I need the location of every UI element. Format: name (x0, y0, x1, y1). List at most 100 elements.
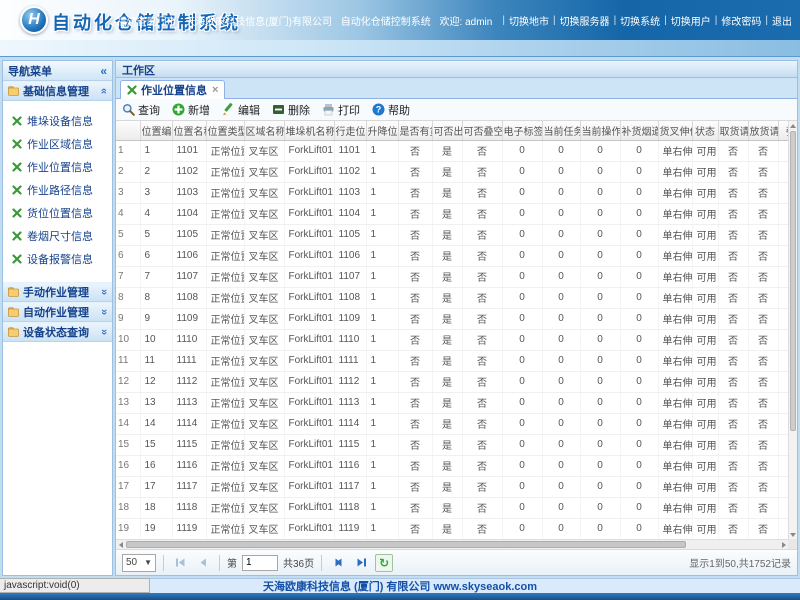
column-header-15[interactable]: 状态 (692, 121, 719, 141)
table-row[interactable]: 881108正常位置叉车区ForkLift01,For11081否是否0000单… (116, 287, 788, 309)
table-row[interactable]: 771107正常位置叉车区ForkLift01,For11071否是否0000单… (116, 266, 788, 288)
cell: ForkLift01,For (284, 497, 335, 519)
row-number-cell: 8 (116, 287, 141, 309)
cell: 1101 (172, 140, 207, 162)
topbar-link-0[interactable]: 切换地市 (509, 17, 549, 28)
folder-icon (8, 287, 19, 297)
column-header-10[interactable]: 电子标签地址 (502, 121, 543, 141)
topbar-link-1[interactable]: 切换服务器 (560, 17, 610, 28)
table-row[interactable]: 19191119正常位置叉车区ForkLift01,For11191否是否000… (116, 518, 788, 539)
column-header-11[interactable]: 当前任务ID (542, 121, 581, 141)
first-page-button[interactable] (171, 554, 189, 572)
column-header-8[interactable]: 可否出库 (432, 121, 463, 141)
topbar-link-2[interactable]: 切换系统 (620, 17, 660, 28)
table-row[interactable]: 551105正常位置叉车区ForkLift01,For11051否是否0000单… (116, 224, 788, 246)
scroll-left-icon[interactable] (116, 540, 125, 549)
toolbar-delete-button[interactable]: 删除 (272, 102, 310, 118)
table-row[interactable]: 441104正常位置叉车区ForkLift01,For11041否是否0000单… (116, 203, 788, 225)
cell: 1 (366, 308, 399, 330)
column-header-9[interactable]: 可否叠空托盘 (462, 121, 503, 141)
toolbar-help-button[interactable]: ? 帮助 (372, 102, 410, 118)
vertical-scrollbar[interactable] (788, 121, 797, 539)
column-header-17[interactable]: 放货请求 (748, 121, 779, 141)
cell: 0 (502, 497, 543, 519)
sidebar-item-5[interactable]: 卷烟尺寸信息 (3, 224, 112, 247)
table-row[interactable]: 12121112正常位置叉车区ForkLift01,For11121否是否000… (116, 371, 788, 393)
column-header-5[interactable]: 行走位置 (334, 121, 367, 141)
scroll-down-icon[interactable] (789, 530, 797, 539)
scroll-right-icon[interactable] (779, 540, 788, 549)
toolbar-edit-button[interactable]: 编辑 (222, 102, 260, 118)
prev-page-button[interactable] (194, 554, 212, 572)
table-row[interactable]: 331103正常位置叉车区ForkLift01,For11031否是否0000单… (116, 182, 788, 204)
column-header-4[interactable]: 堆垛机名称 (284, 121, 335, 141)
table-row[interactable]: 15151115正常位置叉车区ForkLift01,For11151否是否000… (116, 434, 788, 456)
column-header-18[interactable]: 强迫 (778, 121, 788, 141)
topbar-company: 天海欧康科技信息(厦门)有限公司 (185, 17, 332, 28)
table-row[interactable]: 661106正常位置叉车区ForkLift01,For11061否是否0000单… (116, 245, 788, 267)
cell: 正常位置 (206, 329, 245, 351)
table-row[interactable]: 111101正常位置叉车区ForkLift01,For11011否是否0000单… (116, 140, 788, 162)
topbar-link-3[interactable]: 切换用户 (671, 17, 711, 28)
column-header-2[interactable]: 位置类型 (206, 121, 245, 141)
sidebar-section-label: 自动作业管理 (23, 307, 89, 319)
sidebar-section-0[interactable]: 基础信息管理 » (3, 81, 112, 101)
toolbar-add-button[interactable]: 新增 (172, 102, 210, 118)
refresh-button[interactable]: ↻ (375, 553, 394, 572)
table-row[interactable]: 16161116正常位置叉车区ForkLift01,For11161否是否000… (116, 455, 788, 477)
topbar-link-4[interactable]: 修改密码 (721, 17, 761, 28)
column-header-7[interactable]: 是否有货物 (398, 121, 433, 141)
topbar-link-5[interactable]: 退出 (772, 17, 792, 28)
row-number-header[interactable] (116, 121, 141, 141)
horizontal-scroll-thumb[interactable] (126, 541, 686, 548)
column-header-6[interactable]: 升降位置 (366, 121, 399, 141)
table-row[interactable]: 13131113正常位置叉车区ForkLift01,For11131否是否000… (116, 392, 788, 414)
page-size-select[interactable]: 50 ▼ (122, 553, 156, 572)
table-row[interactable]: 11111111正常位置叉车区ForkLift01,For11111否是否000… (116, 350, 788, 372)
sidebar-items: 堆垛设备信息 作业区域信息 作业位置信息 作业路径信息 货位位置信息 卷烟尺寸信息 设备报警… (3, 101, 112, 282)
sidebar-section-3[interactable]: 设备状态查询 » (3, 322, 112, 342)
sidebar-item-3[interactable]: 作业路径信息 (3, 178, 112, 201)
cell: 14 (140, 413, 173, 435)
cell: 0 (580, 518, 621, 539)
sidebar-section-1[interactable]: 手动作业管理 » (3, 282, 112, 302)
scroll-up-icon[interactable] (789, 121, 797, 130)
next-page-button[interactable] (329, 554, 347, 572)
cell: 2 (140, 161, 173, 183)
column-header-12[interactable]: 当前操作数量 (580, 121, 621, 141)
sidebar-item-0[interactable]: 堆垛设备信息 (3, 109, 112, 132)
sidebar-section-2[interactable]: 自动作业管理 » (3, 302, 112, 322)
cell: 叉车区 (244, 224, 285, 246)
table-row[interactable]: 221102正常位置叉车区ForkLift01,For11021否是否0000单… (116, 161, 788, 183)
sidebar-collapse-icon[interactable]: « (100, 65, 107, 77)
table-row[interactable]: 14141114正常位置叉车区ForkLift01,For11141否是否000… (116, 413, 788, 435)
cell: 0 (502, 350, 543, 372)
sidebar-item-6[interactable]: 设备报警信息 (3, 247, 112, 270)
cell: 否 (398, 518, 433, 539)
toolbar-print-button[interactable]: 打印 (322, 102, 360, 118)
horizontal-scrollbar[interactable] (116, 539, 788, 549)
cell: 1113 (172, 392, 207, 414)
toolbar-search-button[interactable]: 查询 (122, 102, 160, 118)
cell: 否 (748, 245, 779, 267)
sidebar-item-4[interactable]: 货位位置信息 (3, 201, 112, 224)
tab-work-position-info[interactable]: 作业位置信息 × (120, 80, 226, 99)
table-row[interactable]: 17171117正常位置叉车区ForkLift01,For11171否是否000… (116, 476, 788, 498)
column-header-16[interactable]: 取货请求 (718, 121, 749, 141)
column-header-14[interactable]: 货叉伸位 (658, 121, 693, 141)
column-header-1[interactable]: 位置名称 (172, 121, 207, 141)
vertical-scroll-thumb[interactable] (790, 131, 796, 431)
sidebar-item-1[interactable]: 作业区域信息 (3, 132, 112, 155)
page-number-input[interactable] (242, 554, 278, 571)
last-page-button[interactable] (352, 554, 370, 572)
tab-close-icon[interactable]: × (212, 84, 218, 96)
table-row[interactable]: 18181118正常位置叉车区ForkLift01,For11181否是否000… (116, 497, 788, 519)
sidebar-item-2[interactable]: 作业位置信息 (3, 155, 112, 178)
column-header-13[interactable]: 补货烟道代码 (620, 121, 659, 141)
cell: 0 (542, 350, 581, 372)
table-row[interactable]: 10101110正常位置叉车区ForkLift01,For11101否是否000… (116, 329, 788, 351)
column-header-0[interactable]: 位置编号 (140, 121, 173, 141)
table-row[interactable]: 991109正常位置叉车区ForkLift01,For11091否是否0000单… (116, 308, 788, 330)
cell: 是 (432, 329, 463, 351)
column-header-3[interactable]: 区域名称 (244, 121, 285, 141)
